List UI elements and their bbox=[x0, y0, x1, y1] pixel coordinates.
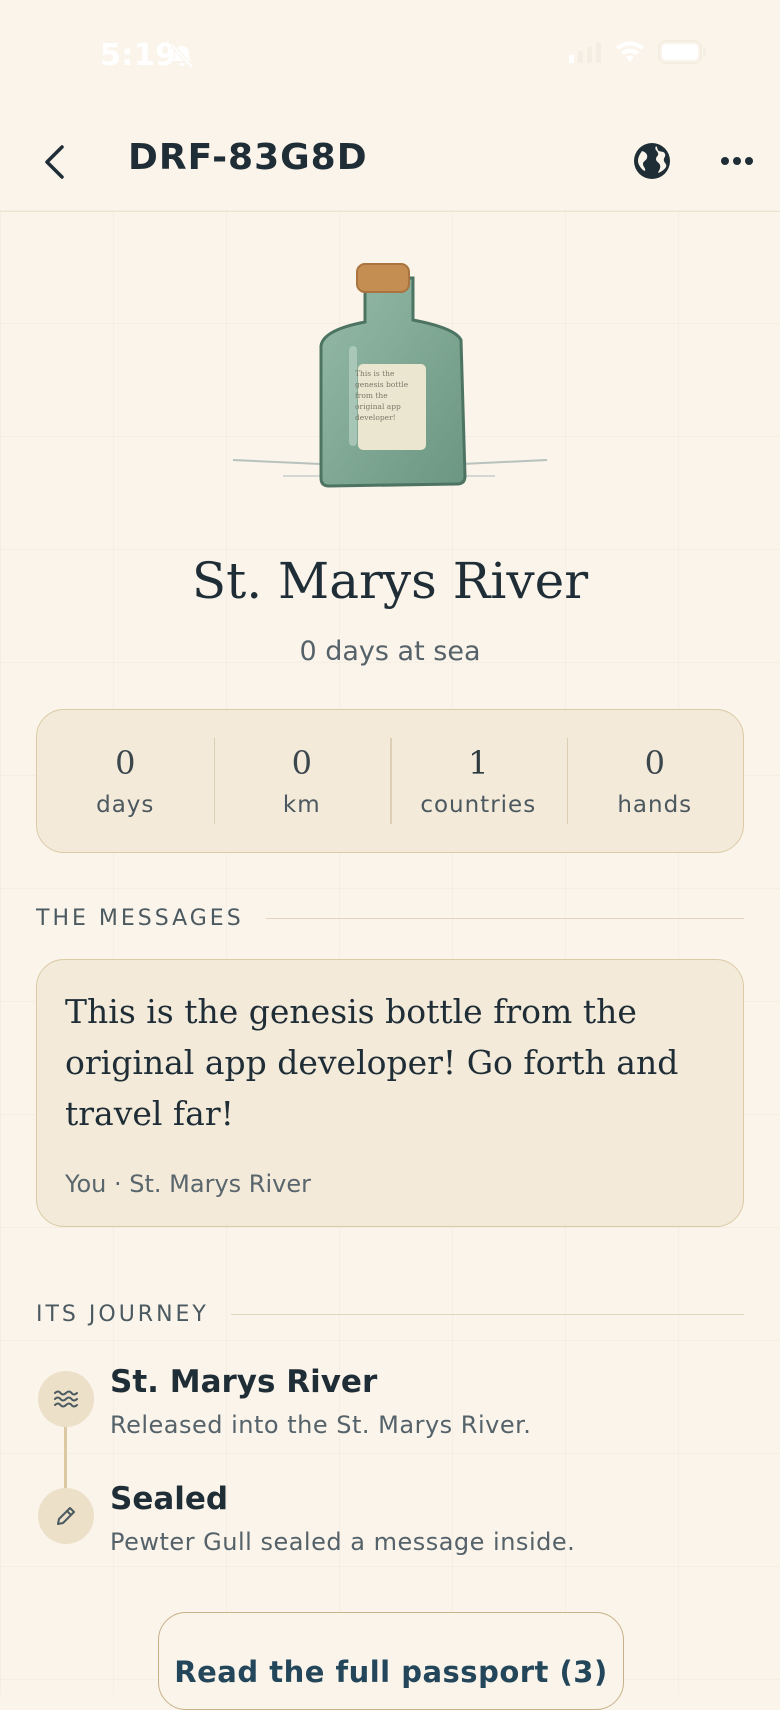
stats-card: 0 days 0 km 1 countries 0 hands bbox=[36, 709, 744, 853]
signal-icon bbox=[569, 42, 601, 63]
timeline-event-desc: Released into the St. Marys River. bbox=[110, 1411, 532, 1439]
divider bbox=[230, 1313, 744, 1316]
timeline-event-icon bbox=[38, 1488, 94, 1544]
message-card[interactable]: This is the genesis bottle from the orig… bbox=[36, 959, 744, 1227]
stat-value: 0 bbox=[115, 744, 136, 782]
divider bbox=[265, 917, 744, 920]
message-text: This is the genesis bottle from the orig… bbox=[65, 992, 679, 1133]
journey-heading: ITS JOURNEY bbox=[36, 1302, 744, 1327]
bell-slash-icon bbox=[170, 43, 194, 69]
section-title: THE MESSAGES bbox=[36, 906, 244, 931]
timeline-event-title: St. Marys River bbox=[110, 1364, 378, 1400]
more-options-button[interactable] bbox=[712, 137, 762, 185]
place-title: St. Marys River bbox=[191, 552, 589, 610]
stat-countries: 1 countries bbox=[390, 710, 567, 852]
bottle-illustration: This is the genesis bottle from the orig… bbox=[225, 250, 555, 500]
bottle-label-text: This is the genesis bottle from the orig… bbox=[355, 369, 409, 422]
read-passport-button[interactable]: Read the full passport (3) bbox=[158, 1612, 624, 1710]
stat-value: 1 bbox=[468, 744, 489, 782]
stat-km: 0 km bbox=[213, 710, 391, 852]
status-indicators bbox=[568, 40, 708, 64]
stat-label: km bbox=[282, 792, 321, 818]
section-title: ITS JOURNEY bbox=[36, 1302, 209, 1327]
days-at-sea: 0 days at sea bbox=[299, 636, 481, 667]
status-bar: 5:19 bbox=[0, 0, 780, 110]
chevron-left-icon bbox=[45, 145, 64, 179]
globe-button[interactable] bbox=[628, 137, 676, 185]
message-meta: You · St. Marys River bbox=[65, 1170, 311, 1198]
app-header: DRF-83G8D bbox=[0, 115, 780, 212]
timeline-event-desc: Pewter Gull sealed a message inside. bbox=[110, 1528, 576, 1556]
timeline-event-icon bbox=[38, 1371, 94, 1427]
pencil-icon bbox=[57, 1507, 75, 1525]
page-title: DRF-83G8D bbox=[128, 137, 368, 178]
ellipsis-icon bbox=[721, 157, 753, 165]
status-time: 5:19 bbox=[100, 38, 177, 73]
stat-days: 0 days bbox=[37, 710, 214, 852]
timeline-event-title: Sealed bbox=[110, 1481, 229, 1517]
stat-label: hands bbox=[617, 792, 693, 818]
stat-value: 0 bbox=[644, 744, 665, 782]
stat-label: days bbox=[96, 792, 155, 818]
battery-icon bbox=[658, 40, 706, 64]
stat-label: countries bbox=[420, 792, 537, 818]
back-button[interactable] bbox=[30, 137, 80, 187]
globe-icon bbox=[634, 143, 670, 179]
stat-hands: 0 hands bbox=[566, 710, 744, 852]
stat-value: 0 bbox=[291, 744, 312, 782]
waves-icon bbox=[54, 1390, 78, 1408]
messages-heading: THE MESSAGES bbox=[36, 906, 744, 931]
read-passport-label: Read the full passport (3) bbox=[174, 1655, 608, 1689]
wifi-icon bbox=[616, 41, 644, 62]
